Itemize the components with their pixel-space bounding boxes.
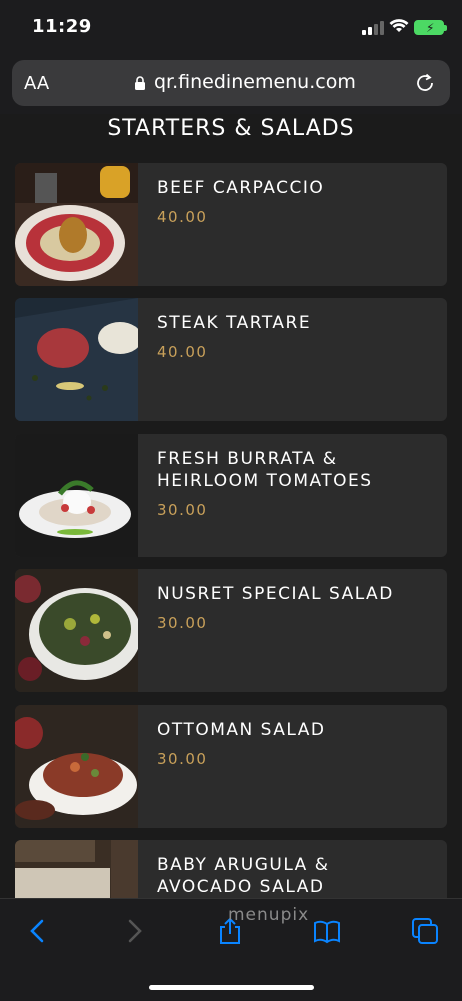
nusret-salad-image <box>15 569 138 692</box>
beef-carpaccio-image <box>15 163 138 286</box>
watermark: menupix <box>228 905 310 925</box>
wifi-icon <box>389 19 409 32</box>
burrata-image <box>15 434 138 557</box>
menu-item-card[interactable]: NUSRET SPECIAL SALAD 30.00 <box>15 569 447 692</box>
menu-item-card[interactable]: BEEF CARPACCIO 40.00 <box>15 163 447 286</box>
browser-address-area: AA qr.finedinemenu.com <box>0 56 462 114</box>
item-price: 40.00 <box>157 343 208 361</box>
text-size-button[interactable]: AA <box>24 73 49 94</box>
item-name: BEEF CARPACCIO <box>157 178 325 198</box>
tabs-icon[interactable] <box>411 917 439 945</box>
item-price: 30.00 <box>157 750 208 768</box>
lock-icon <box>135 76 145 90</box>
reload-icon[interactable] <box>414 72 436 94</box>
item-name: OTTOMAN SALAD <box>157 720 326 740</box>
ottoman-salad-image <box>15 705 138 828</box>
menu-page: STARTERS & SALADS BEEF CARPACCIO 40.00 S… <box>0 114 462 898</box>
menu-item-card[interactable]: STEAK TARTARE 40.00 <box>15 298 447 421</box>
status-time: 11:29 <box>32 16 92 37</box>
item-price: 30.00 <box>157 614 208 632</box>
url-text[interactable]: qr.finedinemenu.com <box>154 71 356 93</box>
item-price: 40.00 <box>157 208 208 226</box>
section-heading: STARTERS & SALADS <box>107 116 355 141</box>
bookmarks-icon[interactable] <box>313 917 341 945</box>
back-icon[interactable] <box>24 917 52 945</box>
arugula-avocado-image <box>15 840 138 898</box>
battery-charging-icon: ⚡ <box>414 20 447 35</box>
item-name: BABY ARUGULA & AVOCADO SALAD <box>157 855 330 897</box>
menu-item-card[interactable]: FRESH BURRATA & HEIRLOOM TOMATOES 30.00 <box>15 434 447 557</box>
address-bar[interactable]: AA qr.finedinemenu.com <box>12 60 450 106</box>
item-name: NUSRET SPECIAL SALAD <box>157 584 394 604</box>
item-price: 30.00 <box>157 501 208 519</box>
item-name: STEAK TARTARE <box>157 313 312 333</box>
home-indicator <box>149 985 314 990</box>
text-size-label: AA <box>24 73 50 94</box>
item-name: FRESH BURRATA & HEIRLOOM TOMATOES <box>157 449 373 491</box>
browser-toolbar: menupix <box>0 898 462 1001</box>
menu-item-card[interactable]: BABY ARUGULA & AVOCADO SALAD <box>15 840 447 898</box>
forward-icon[interactable] <box>120 917 148 945</box>
menu-item-card[interactable]: OTTOMAN SALAD 30.00 <box>15 705 447 828</box>
cellular-signal-icon <box>362 21 384 35</box>
status-bar: 11:29 ⚡ <box>0 0 462 56</box>
steak-tartare-image <box>15 298 138 421</box>
